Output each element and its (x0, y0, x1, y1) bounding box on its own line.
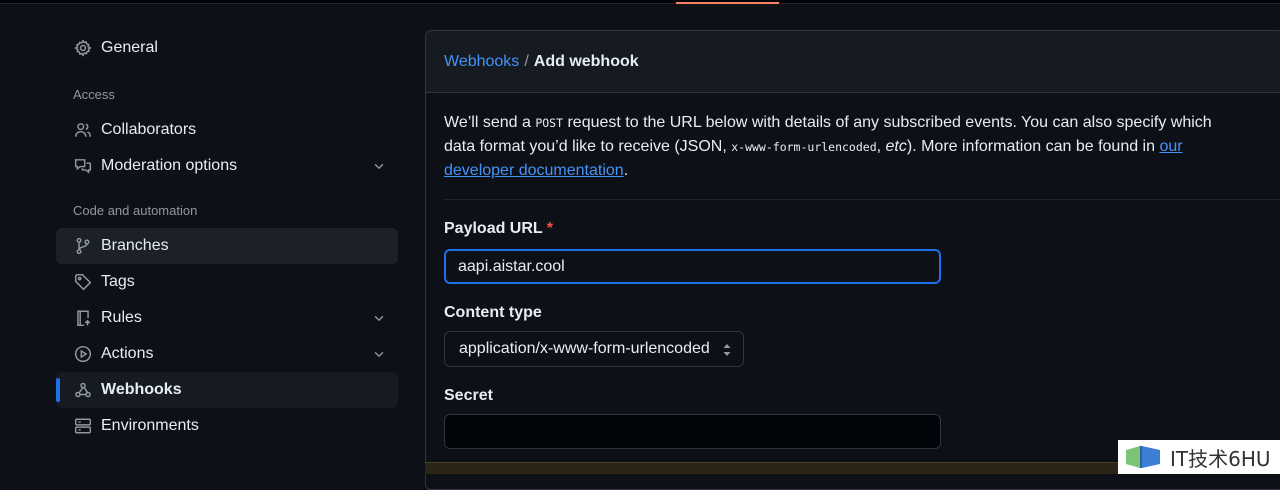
people-icon (73, 120, 93, 140)
content-type-selected-value: application/x-www-form-urlencoded (459, 340, 710, 357)
sidebar-item-label: Rules (101, 309, 142, 326)
breadcrumb: Webhooks / Add webhook (426, 31, 1280, 93)
payload-url-label-text: Payload URL (444, 220, 543, 237)
sidebar-item-label: Moderation options (101, 157, 238, 174)
sidebar-item-rules[interactable]: Rules (56, 300, 398, 336)
content-type-select[interactable]: application/x-www-form-urlencoded (444, 331, 744, 367)
play-icon (73, 344, 93, 364)
page-title: Add webhook (533, 52, 639, 70)
format-code: x-www-form-urlencoded (731, 140, 877, 154)
add-webhook-panel: Webhooks / Add webhook We’ll send a POST… (425, 30, 1280, 490)
select-arrows-icon (721, 342, 733, 358)
content-type-label: Content type (444, 304, 542, 321)
sidebar-item-label: Tags (101, 273, 135, 290)
sidebar-item-general[interactable]: General (56, 30, 398, 66)
sidebar-item-collaborators[interactable]: Collaborators (56, 112, 398, 148)
sidebar-item-webhooks[interactable]: Webhooks (56, 372, 398, 408)
payload-url-input[interactable] (444, 249, 941, 284)
section-label-access: Access (73, 86, 115, 102)
git-branch-icon (73, 236, 93, 256)
sidebar-item-moderation[interactable]: Moderation options (56, 148, 398, 184)
secret-input[interactable] (444, 414, 941, 449)
sidebar-item-tags[interactable]: Tags (56, 264, 398, 300)
section-label-code-automation: Code and automation (73, 202, 198, 218)
watermark-text: IT技术6HU (1170, 446, 1271, 471)
intro-text-part: . (623, 162, 629, 179)
gear-icon (73, 38, 93, 58)
post-method-code: POST (535, 116, 564, 130)
sidebar-item-environments[interactable]: Environments (56, 408, 398, 444)
etc-text: etc (885, 138, 907, 155)
required-mark: * (546, 220, 553, 237)
intro-text-part: We’ll send a (444, 114, 536, 131)
secret-label: Secret (444, 387, 493, 404)
chevron-down-icon[interactable] (370, 345, 388, 363)
chevron-down-icon[interactable] (370, 157, 388, 175)
top-bar (0, 0, 1280, 4)
server-icon (73, 416, 93, 436)
breadcrumb-separator: / (524, 52, 529, 70)
chevron-down-icon[interactable] (370, 309, 388, 327)
sidebar-item-label: Actions (101, 345, 154, 362)
sidebar-item-label: Branches (101, 237, 169, 254)
sidebar-item-branches[interactable]: Branches (56, 228, 398, 264)
breadcrumb-webhooks-link[interactable]: Webhooks (444, 53, 519, 71)
payload-url-label: Payload URL * (444, 220, 553, 238)
sidebar-item-label: General (101, 39, 158, 56)
watermark: IT技术6HU (1118, 440, 1280, 474)
intro-text: We’ll send a POST request to the URL bel… (444, 111, 1244, 183)
sidebar-item-label: Webhooks (101, 381, 182, 398)
tag-icon (73, 272, 93, 292)
divider (444, 199, 1280, 200)
intro-text-part: ). More information can be found in (906, 138, 1160, 155)
watermark-logo (1126, 446, 1160, 468)
settings-sidebar: General Access Collaborators Moderation … (56, 30, 398, 444)
sidebar-item-actions[interactable]: Actions (56, 336, 398, 372)
repo-push-icon (73, 308, 93, 328)
comment-discussion-icon (73, 156, 93, 176)
webhook-icon (73, 380, 93, 400)
active-tab-indicator (676, 2, 779, 4)
sidebar-item-label: Environments (101, 417, 199, 434)
intro-text-part: , (876, 138, 886, 155)
sidebar-item-label: Collaborators (101, 121, 197, 138)
